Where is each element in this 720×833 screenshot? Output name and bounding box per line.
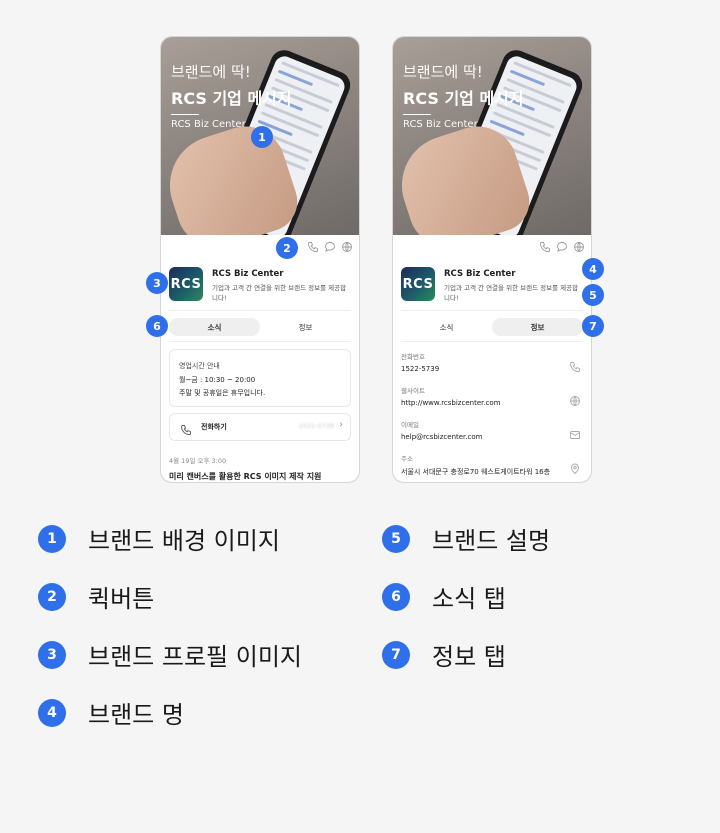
info-value: 서울시 서대문구 충정로70 웨스트게이트타워 16층 [401, 468, 551, 476]
legend-item: 3 브랜드 프로필 이미지 [38, 637, 302, 672]
call-button[interactable]: 전화하기 1522-5739 › [169, 413, 351, 441]
brand-background-image: 브랜드에 딱! RCS 기업 메시지 RCS Biz Center [393, 37, 591, 235]
info-website[interactable]: 웹사이트 http://www.rcsbizcenter.com [401, 385, 583, 415]
info-value: help@rcsbizcenter.com [401, 433, 483, 441]
brand-profile: RCS RCS Biz Center 기업과 고객 간 연결을 위한 브랜드 정… [169, 267, 351, 303]
marker-7: 7 [582, 315, 604, 337]
tab-news[interactable]: 소식 [401, 318, 492, 336]
call-label: 전화하기 [201, 423, 227, 431]
legend-text: 퀵버튼 [88, 585, 155, 613]
mail-icon [569, 426, 581, 439]
tab-bar: 소식 정보 [169, 318, 351, 336]
info-label: 주소 [401, 455, 413, 463]
marker-1: 1 [251, 126, 273, 148]
brand-profile-image: RCS [401, 267, 435, 301]
legend-item: 4 브랜드 명 [38, 695, 184, 730]
call-number: 1522-5739 [298, 422, 334, 430]
hero-subtitle: RCS Biz Center [403, 119, 478, 130]
hero-title: RCS 기업 메시지 [403, 89, 524, 108]
info-value: 1522-5739 [401, 365, 440, 373]
phone-icon[interactable] [539, 241, 551, 253]
chevron-right-icon: › [339, 420, 343, 430]
divider [401, 310, 583, 311]
legend-number: 3 [38, 640, 66, 669]
hours-weekend: 주말 및 공휴일은 휴무입니다. [179, 389, 266, 397]
legend-number: 1 [38, 524, 66, 553]
phone-preview-news: 브랜드에 딱! RCS 기업 메시지 RCS Biz Center RCS RC… [160, 36, 360, 483]
marker-5: 5 [582, 284, 604, 306]
hours-weekday: 월~금 : 10:30 ~ 20:00 [179, 376, 256, 384]
legend-number: 2 [38, 582, 66, 611]
legend-number: 4 [38, 698, 66, 727]
info-label: 웹사이트 [401, 387, 425, 395]
brand-description: 기업과 고객 간 연결을 위한 브랜드 정보를 제공합니다! [444, 284, 579, 302]
legend-item: 6 소식 탭 [382, 579, 506, 614]
legend-item: 1 브랜드 배경 이미지 [38, 521, 280, 556]
info-value: http://www.rcsbizcenter.com [401, 399, 501, 407]
hero-tagline: 브랜드에 딱! [403, 63, 483, 81]
legend-text: 브랜드 명 [88, 701, 184, 729]
hero-divider [403, 114, 431, 115]
globe-icon [569, 392, 581, 406]
post-date: 4월 19일 오후 3:00 [169, 457, 227, 465]
brand-description: 기업과 고객 간 연결을 위한 브랜드 정보를 제공합니다! [212, 284, 347, 302]
chat-icon[interactable] [324, 241, 336, 253]
brand-name: RCS Biz Center [444, 269, 516, 279]
info-phone[interactable]: 전화번호 1522-5739 [401, 351, 583, 381]
hours-title: 영업시간 안내 [179, 362, 220, 370]
tab-news[interactable]: 소식 [169, 318, 260, 336]
hero-tagline: 브랜드에 딱! [171, 63, 251, 81]
legend-text: 브랜드 프로필 이미지 [88, 643, 302, 671]
chat-icon[interactable] [556, 241, 568, 253]
legend-number: 6 [382, 582, 410, 611]
legend-item: 5 브랜드 설명 [382, 521, 550, 556]
phone-preview-info: 브랜드에 딱! RCS 기업 메시지 RCS Biz Center RCS RC… [392, 36, 592, 483]
divider [169, 310, 351, 311]
legend-item: 7 정보 탭 [382, 637, 506, 672]
legend-item: 2 퀵버튼 [38, 579, 154, 614]
info-email[interactable]: 이메일 help@rcsbizcenter.com [401, 419, 583, 449]
legend-text: 브랜드 설명 [432, 527, 551, 555]
tab-bar: 소식 정보 [401, 318, 583, 336]
hero-subtitle: RCS Biz Center [171, 119, 246, 130]
globe-icon[interactable] [341, 241, 353, 253]
info-label: 전화번호 [401, 353, 425, 361]
divider [169, 341, 351, 342]
brand-profile-image: RCS [169, 267, 203, 301]
quick-buttons [307, 241, 353, 253]
post-title[interactable]: 미리 캔버스를 활용한 RCS 이미지 제작 지원 [169, 471, 321, 482]
globe-icon[interactable] [573, 241, 585, 253]
location-pin-icon [569, 460, 581, 475]
quick-buttons [539, 241, 585, 253]
phone-icon[interactable] [307, 241, 319, 253]
marker-4: 4 [582, 258, 604, 280]
tab-info[interactable]: 정보 [260, 318, 351, 336]
info-address[interactable]: 주소 서울시 서대문구 충정로70 웨스트게이트타워 16층 [401, 453, 583, 482]
tab-info[interactable]: 정보 [492, 318, 583, 336]
marker-6: 6 [146, 315, 168, 337]
divider [401, 341, 583, 342]
marker-3: 3 [146, 272, 168, 294]
legend-number: 5 [382, 524, 410, 553]
legend-text: 소식 탭 [432, 585, 506, 613]
marker-2: 2 [276, 237, 298, 259]
info-label: 이메일 [401, 421, 419, 429]
legend-text: 브랜드 배경 이미지 [88, 527, 280, 555]
brand-profile: RCS RCS Biz Center 기업과 고객 간 연결을 위한 브랜드 정… [401, 267, 583, 303]
phone-icon [180, 421, 192, 435]
legend-number: 7 [382, 640, 410, 669]
hero-title: RCS 기업 메시지 [171, 89, 292, 108]
brand-name: RCS Biz Center [212, 269, 284, 279]
phone-icon [569, 358, 581, 372]
business-hours-card: 영업시간 안내 월~금 : 10:30 ~ 20:00 주말 및 공휴일은 휴무… [169, 349, 351, 407]
hero-divider [171, 114, 199, 115]
legend-text: 정보 탭 [432, 643, 506, 671]
